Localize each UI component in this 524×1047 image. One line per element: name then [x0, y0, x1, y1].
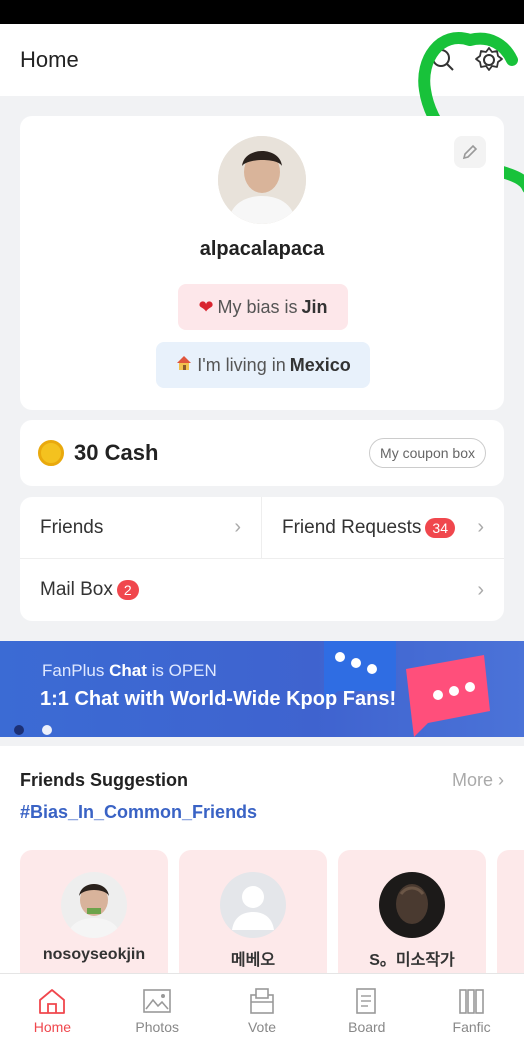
profile-card: alpacalapaca ❤ My bias is Jin I'm living…: [20, 116, 504, 410]
banner-sub-prefix: FanPlus: [42, 661, 105, 680]
coupon-box-button[interactable]: My coupon box: [369, 438, 486, 468]
chat-promo-banner[interactable]: FanPlus Chat is OPEN 1:1 Chat with World…: [0, 641, 524, 737]
bias-prefix: My bias is: [217, 296, 298, 317]
status-bar: [0, 0, 524, 24]
tab-label: Home: [33, 1018, 72, 1035]
tab-home[interactable]: Home: [0, 974, 105, 1047]
carousel-dot[interactable]: [14, 725, 24, 735]
living-prefix: I'm living in: [197, 354, 286, 375]
cash-card: 30 Cash My coupon box: [20, 420, 504, 486]
carousel-dots: [14, 725, 52, 735]
tab-fanfic[interactable]: Fanfic: [419, 974, 524, 1047]
board-icon: [355, 987, 376, 1014]
suggestion-card-partial[interactable]: [497, 850, 524, 974]
suggestion-name: S。미소작가: [369, 952, 455, 969]
page-title: Home: [20, 47, 79, 72]
coin-icon: [38, 440, 64, 466]
photo-icon: [143, 988, 171, 1013]
friend-requests-row[interactable]: Friend Requests 34 ›: [262, 497, 504, 559]
more-link[interactable]: More ›: [452, 770, 504, 791]
banner-subtitle: FanPlus Chat is OPEN: [42, 661, 217, 681]
friends-label: Friends: [40, 516, 104, 538]
books-icon: [458, 988, 484, 1014]
search-icon[interactable]: [430, 47, 456, 73]
chevron-right-icon: ›: [234, 516, 241, 538]
chevron-right-icon: ›: [477, 516, 484, 538]
suggestion-name: nosoyseokjin: [42, 946, 146, 963]
avatar: [379, 872, 445, 938]
friend-requests-badge: 34: [425, 517, 455, 538]
menu-card: Friends › Friend Requests 34 › Mail Box …: [20, 497, 504, 621]
mailbox-row[interactable]: Mail Box 2 ›: [20, 559, 504, 621]
chevron-right-icon: ›: [477, 578, 484, 601]
home-icon: [39, 988, 66, 1014]
bias-name: Jin: [301, 296, 328, 317]
mailbox-label: Mail Box: [40, 579, 113, 600]
tab-board[interactable]: Board: [314, 974, 419, 1047]
suggestion-card[interactable]: S。미소작가: [338, 850, 486, 974]
heart-icon: ❤: [198, 296, 214, 317]
gear-icon[interactable]: [474, 45, 504, 75]
tab-label: Photos: [135, 1018, 179, 1035]
avatar: [61, 872, 127, 938]
more-label: More: [451, 770, 493, 790]
bottom-tab-bar: Home Photos Vote Board Fanfic: [0, 973, 524, 1047]
banner-sub-bold: Chat: [109, 661, 147, 680]
cash-amount: 30 Cash: [74, 440, 159, 465]
living-pill[interactable]: I'm living in Mexico: [156, 342, 370, 388]
hashtag[interactable]: #Bias_In_Common_Friends: [20, 802, 257, 823]
friend-requests-label: Friend Requests: [282, 516, 422, 538]
friends-suggestion-section: Friends Suggestion More › #Bias_In_Commo…: [0, 746, 524, 974]
avatar[interactable]: [218, 136, 306, 224]
pencil-icon[interactable]: [454, 136, 486, 168]
app-header: Home: [0, 24, 524, 96]
tab-label: Vote: [247, 1018, 276, 1035]
suggestion-card[interactable]: 메베오: [179, 850, 327, 974]
living-place: Mexico: [289, 354, 351, 375]
tab-vote[interactable]: Vote: [210, 974, 315, 1047]
mailbox-badge: 2: [116, 580, 139, 600]
carousel-dot-active[interactable]: [42, 725, 52, 735]
vote-icon: [250, 987, 274, 1014]
avatar: [220, 872, 286, 938]
section-title: Friends Suggestion: [20, 770, 189, 790]
tab-label: Board: [348, 1018, 386, 1035]
suggestion-card[interactable]: nosoyseokjin: [20, 850, 168, 974]
tab-label: Fanfic: [452, 1018, 491, 1035]
bias-pill[interactable]: ❤ My bias is Jin: [178, 284, 348, 330]
banner-headline: 1:1 Chat with World-Wide Kpop Fans!: [40, 688, 397, 710]
tab-photos[interactable]: Photos: [105, 974, 210, 1047]
banner-sub-suffix: is OPEN: [151, 661, 217, 680]
friends-row[interactable]: Friends ›: [20, 497, 262, 559]
house-icon: [175, 354, 193, 377]
username: alpacalapaca: [199, 238, 325, 260]
suggestion-name: 메베오: [230, 952, 276, 969]
